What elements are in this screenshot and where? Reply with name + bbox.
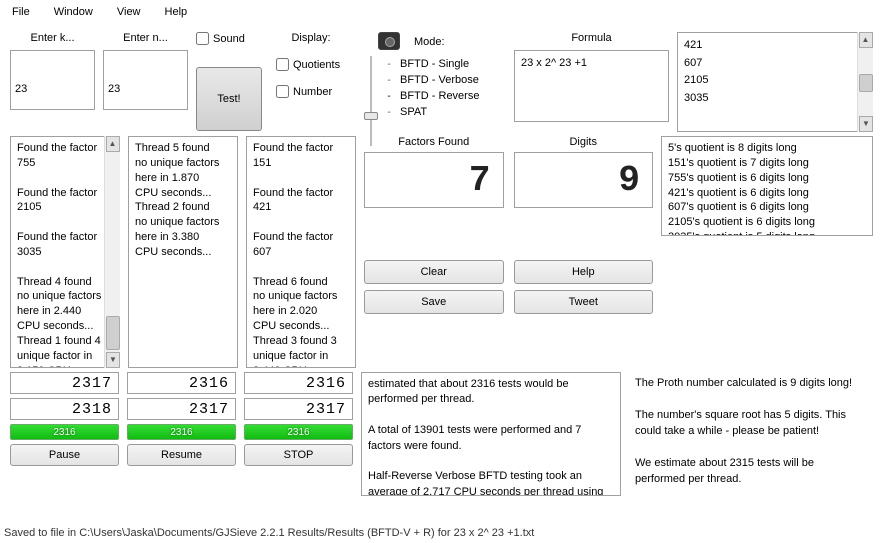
camera-icon[interactable] bbox=[378, 32, 400, 50]
label-factors-found: Factors Found bbox=[364, 136, 504, 148]
mode-verbose[interactable]: BFTD - Verbose bbox=[400, 74, 479, 86]
menu-window[interactable]: Window bbox=[42, 3, 105, 21]
scroll-down-icon[interactable]: ▼ bbox=[859, 116, 873, 132]
pause-button[interactable]: Pause bbox=[10, 444, 119, 466]
menubar: File Window View Help bbox=[0, 0, 883, 24]
slider-thumb[interactable] bbox=[364, 112, 378, 120]
clear-button[interactable]: Clear bbox=[364, 260, 504, 284]
menu-help[interactable]: Help bbox=[153, 3, 200, 21]
progress-3: 2316 bbox=[244, 424, 353, 440]
scroll-thumb[interactable] bbox=[106, 316, 120, 350]
label-mode: Mode: bbox=[414, 36, 506, 48]
display-factors-found: 7 bbox=[364, 152, 504, 208]
mode-single[interactable]: BFTD - Single bbox=[400, 58, 469, 70]
scroll-thumb[interactable] bbox=[859, 74, 873, 92]
label-enter-k: Enter k... bbox=[10, 32, 95, 44]
list-item: 607 bbox=[684, 55, 854, 73]
stop-button[interactable]: STOP bbox=[244, 444, 353, 466]
progress-1: 2316 bbox=[10, 424, 119, 440]
list-item: 5's quotient is 8 digits long bbox=[668, 141, 866, 156]
scroll-up-icon[interactable]: ▲ bbox=[859, 32, 873, 48]
formula-box[interactable]: 23 x 2^ 23 +1 bbox=[514, 50, 669, 122]
checkbox-sound[interactable] bbox=[196, 32, 209, 45]
log-box-3: Found the factor 151 Found the factor 42… bbox=[246, 136, 356, 368]
mode-slider[interactable] bbox=[364, 56, 378, 146]
status-bar: Saved to file in C:\Users\Jaska\Document… bbox=[4, 525, 879, 541]
mode-spat[interactable]: SPAT bbox=[400, 106, 427, 118]
label-display: Display: bbox=[276, 32, 346, 44]
tweet-button[interactable]: Tweet bbox=[514, 290, 654, 314]
list-item: 2105 bbox=[684, 72, 854, 90]
help-button[interactable]: Help bbox=[514, 260, 654, 284]
checkbox-number[interactable] bbox=[276, 85, 289, 98]
counter-2a: 2316 bbox=[127, 372, 236, 394]
list-item: 421 bbox=[684, 37, 854, 55]
mode-reverse[interactable]: BFTD - Reverse bbox=[400, 90, 479, 102]
counter-2b: 2317 bbox=[127, 398, 236, 420]
resume-button[interactable]: Resume bbox=[127, 444, 236, 466]
test-button[interactable]: Test! bbox=[196, 67, 262, 131]
counter-3a: 2316 bbox=[244, 372, 353, 394]
label-quotients: Quotients bbox=[293, 59, 340, 71]
save-button[interactable]: Save bbox=[364, 290, 504, 314]
menu-view[interactable]: View bbox=[105, 3, 153, 21]
list-item: 2105's quotient is 6 digits long bbox=[668, 215, 866, 230]
progress-2: 2316 bbox=[127, 424, 236, 440]
factor-list: 421 607 2105 3035 bbox=[677, 32, 873, 132]
list-item: 3035 bbox=[684, 90, 854, 108]
input-k[interactable]: 23 bbox=[10, 50, 95, 110]
quotients-box: 5's quotient is 8 digits long 151's quot… bbox=[661, 136, 873, 236]
counter-1a: 2317 bbox=[10, 372, 119, 394]
label-enter-n: Enter n... bbox=[103, 32, 188, 44]
checkbox-quotients[interactable] bbox=[276, 58, 289, 71]
list-item: 421's quotient is 6 digits long bbox=[668, 186, 866, 201]
list-item: 755's quotient is 6 digits long bbox=[668, 171, 866, 186]
display-digits: 9 bbox=[514, 152, 654, 208]
label-formula: Formula bbox=[514, 32, 669, 44]
menu-file[interactable]: File bbox=[0, 3, 42, 21]
list-item: 151's quotient is 7 digits long bbox=[668, 156, 866, 171]
summary-box: estimated that about 2316 tests would be… bbox=[361, 372, 621, 496]
counter-3b: 2317 bbox=[244, 398, 353, 420]
scrollbar[interactable]: ▲ ▼ bbox=[857, 32, 873, 132]
counter-1b: 2318 bbox=[10, 398, 119, 420]
label-number: Number bbox=[293, 86, 332, 98]
scrollbar[interactable]: ▲ ▼ bbox=[104, 136, 120, 368]
scroll-down-icon[interactable]: ▼ bbox=[106, 352, 120, 368]
input-n[interactable]: 23 bbox=[103, 50, 188, 110]
label-sound: Sound bbox=[213, 33, 245, 45]
list-item: 3035's quotient is 5 digits long bbox=[668, 230, 866, 236]
label-digits: Digits bbox=[514, 136, 654, 148]
scroll-up-icon[interactable]: ▲ bbox=[106, 136, 120, 152]
log-box-2: Thread 5 found no unique factors here in… bbox=[128, 136, 238, 368]
info-box: The Proth number calculated is 9 digits … bbox=[629, 372, 873, 496]
list-item: 607's quotient is 6 digits long bbox=[668, 200, 866, 215]
